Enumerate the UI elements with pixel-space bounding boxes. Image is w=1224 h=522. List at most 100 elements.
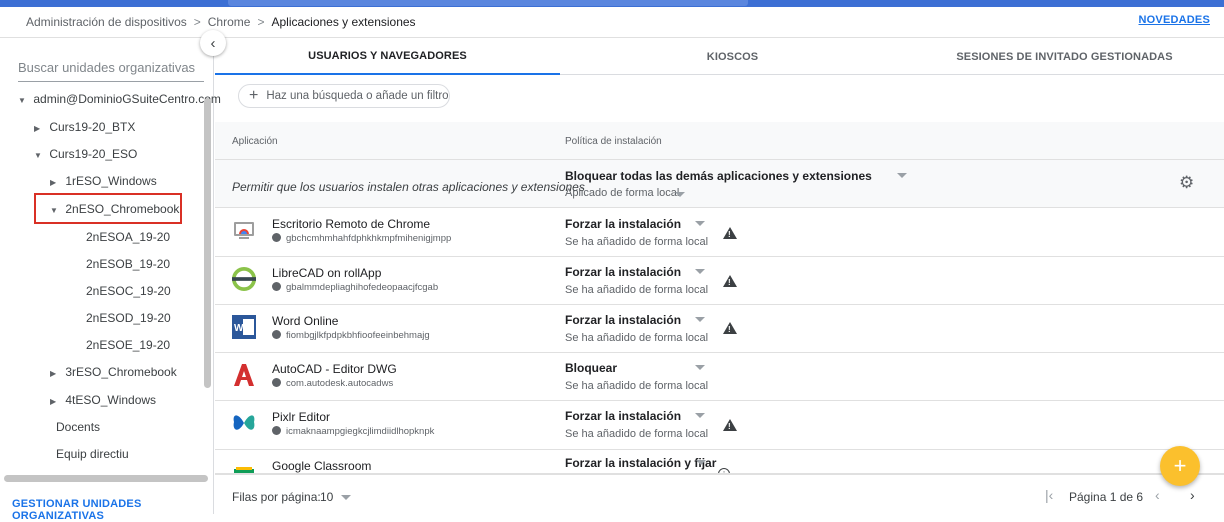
tree-item-2nesob[interactable]: 2nESOB_19-20 [86, 257, 170, 271]
sidebar-horizontal-scrollbar[interactable] [4, 475, 208, 482]
plus-icon: + [249, 87, 259, 104]
app-name: AutoCAD - Editor DWG [272, 362, 397, 376]
tree-item-2nesod[interactable]: 2nESOD_19-20 [86, 311, 171, 325]
sidebar: Buscar unidades organizativas ▼ admin@Do… [0, 38, 221, 522]
next-page-icon[interactable]: › [1190, 487, 1195, 503]
sidebar-vertical-scrollbar[interactable] [204, 98, 211, 388]
table-row[interactable]: AutoCAD - Editor DWG com.autodesk.autoca… [215, 353, 1224, 401]
dropdown-caret-icon[interactable] [695, 413, 705, 418]
tree-item-2nesoa[interactable]: 2nESOA_19-20 [86, 230, 170, 244]
policy-sub-text: Se ha añadido de forma local [565, 284, 709, 296]
filter-search-input[interactable]: + Haz una búsqueda o añade un filtro [238, 84, 450, 108]
rows-per-page-select[interactable]: 10 [320, 490, 333, 504]
tree-item-btx[interactable]: ▶ Curs19-20_BTX [34, 120, 135, 134]
tree-item-root[interactable]: ▼ admin@DominioGSuiteCentro.com [18, 92, 221, 106]
policy-sub-text: Se ha añadido de forma local [565, 380, 709, 392]
tab-bar: USUARIOS Y NAVEGADORES KIOSCOS SESIONES … [215, 38, 1224, 75]
chrome-store-icon [272, 282, 281, 291]
prev-page-icon[interactable]: ‹ [1155, 487, 1160, 503]
dropdown-caret-icon[interactable] [696, 460, 706, 465]
manage-ou-link[interactable]: GESTIONAR UNIDADES ORGANIZATIVAS [12, 498, 213, 522]
table-row[interactable]: Google Classroom Forzar la instalación y… [215, 450, 1224, 474]
default-policy-row[interactable]: Permitir que los usuarios instalen otras… [215, 160, 1224, 208]
autocad-icon [232, 363, 256, 387]
breadcrumb-item-chrome[interactable]: Chrome [208, 15, 251, 29]
word-icon: W [232, 315, 256, 339]
column-header-policy: Política de instalación [565, 136, 662, 147]
dropdown-caret-icon[interactable] [695, 317, 705, 322]
gear-icon[interactable]: ⚙ [1179, 174, 1195, 191]
warning-icon[interactable] [723, 419, 737, 431]
policy-sub-text: Se ha añadido de forma local [565, 428, 709, 440]
warning-icon[interactable] [723, 227, 737, 239]
breadcrumb-item-devices[interactable]: Administración de dispositivos [26, 15, 187, 29]
tree-item-3reso[interactable]: ▶ 3rESO_Chromebook [50, 365, 177, 379]
install-policy-dropdown[interactable]: Bloquear [565, 361, 617, 375]
expand-right-icon[interactable]: ▶ [50, 397, 62, 406]
dropdown-caret-icon[interactable] [695, 269, 705, 274]
top-search-strip[interactable] [228, 0, 748, 6]
warning-icon[interactable] [723, 275, 737, 287]
ou-search-input[interactable]: Buscar unidades organizativas [18, 56, 204, 82]
dropdown-caret-icon[interactable] [695, 221, 705, 226]
table-row[interactable]: W Word Online fiombgjlkfpdpkbhfioofeeinb… [215, 305, 1224, 353]
librecad-icon [232, 267, 256, 291]
tree-item-docents[interactable]: Docents [56, 420, 100, 434]
app-id: gbchcmhmhahfdphkhkmpfmihenigjmpp [272, 233, 451, 244]
default-policy-value[interactable]: Bloquear todas las demás aplicaciones y … [565, 169, 872, 183]
table-header: Aplicación Política de instalación [215, 122, 1224, 160]
tree-item-eso[interactable]: ▼ Curs19-20_ESO [34, 147, 137, 161]
chrome-store-icon [272, 330, 281, 339]
expand-right-icon[interactable]: ▶ [50, 369, 62, 378]
remote-desktop-icon [232, 218, 256, 242]
table-row[interactable]: LibreCAD on rollApp gbalmmdepliaghihofed… [215, 257, 1224, 305]
expand-down-icon[interactable]: ▼ [34, 151, 46, 160]
expand-right-icon[interactable]: ▶ [34, 124, 46, 133]
selection-highlight-box [34, 193, 182, 224]
install-policy-dropdown[interactable]: Forzar la instalación [565, 217, 681, 231]
breadcrumb-separator: > [193, 15, 201, 29]
dropdown-caret-icon[interactable] [341, 495, 351, 500]
tree-item-equip-directiu[interactable]: Equip directiu [56, 447, 129, 461]
install-policy-dropdown[interactable]: Forzar la instalación [565, 313, 681, 327]
app-id: gbalmmdepliaghihofedeopaacjfcgab [272, 282, 438, 293]
tree-item-2nesoe[interactable]: 2nESOE_19-20 [86, 338, 170, 352]
app-id: icmaknaampgiegkcjlimdiidlhopknpk [272, 426, 434, 437]
warning-icon[interactable] [723, 322, 737, 334]
novedades-link[interactable]: NOVEDADES [1139, 14, 1210, 26]
tab-guest-sessions[interactable]: SESIONES DE INVITADO GESTIONADAS [905, 38, 1224, 75]
column-header-app: Aplicación [232, 136, 278, 147]
tab-kiosks[interactable]: KIOSCOS [560, 38, 905, 75]
collapse-sidebar-button[interactable]: ‹ [200, 30, 226, 56]
breadcrumb-item-current: Aplicaciones y extensiones [271, 15, 416, 29]
tree-item-1reso[interactable]: ▶ 1rESO_Windows [50, 174, 157, 188]
expand-down-icon[interactable]: ▼ [18, 96, 30, 105]
svg-text:W: W [234, 323, 244, 334]
first-page-icon[interactable]: |‹ [1045, 487, 1053, 503]
plus-icon: + [1173, 453, 1187, 478]
add-app-fab-button[interactable]: + [1160, 446, 1200, 486]
install-policy-dropdown[interactable]: Forzar la instalación y fijar [565, 456, 716, 470]
chrome-store-icon [272, 426, 281, 435]
breadcrumb-separator: > [257, 15, 265, 29]
app-id: com.autodesk.autocadws [272, 378, 393, 389]
default-policy-sub: Aplicado de forma local [565, 187, 680, 199]
app-name: Google Classroom [272, 459, 372, 473]
classroom-icon [232, 462, 256, 473]
dropdown-caret-icon[interactable] [897, 173, 907, 178]
expand-right-icon[interactable]: ▶ [50, 178, 62, 187]
tree-item-4teso[interactable]: ▶ 4tESO_Windows [50, 393, 156, 407]
install-policy-dropdown[interactable]: Forzar la instalación [565, 265, 681, 279]
table-row[interactable]: Escritorio Remoto de Chrome gbchcmhmhahf… [215, 208, 1224, 257]
app-id: fiombgjlkfpdpkbhfioofeeinbehmajg [272, 330, 430, 341]
tree-item-2nesoc[interactable]: 2nESOC_19-20 [86, 284, 171, 298]
install-policy-dropdown[interactable]: Forzar la instalación [565, 409, 681, 423]
dropdown-caret-icon[interactable] [695, 365, 705, 370]
dropdown-caret-icon[interactable] [675, 192, 685, 197]
filter-placeholder: Haz una búsqueda o añade un filtro [266, 90, 449, 102]
table-footer: Filas por página: 10 |‹ Página 1 de 6 ‹ … [215, 474, 1224, 514]
table-row[interactable]: Pixlr Editor icmaknaampgiegkcjlimdiidlho… [215, 401, 1224, 450]
pixlr-icon [232, 411, 256, 435]
breadcrumb: Administración de dispositivos > Chrome … [0, 7, 1224, 38]
tab-users-browsers[interactable]: USUARIOS Y NAVEGADORES [215, 38, 560, 75]
